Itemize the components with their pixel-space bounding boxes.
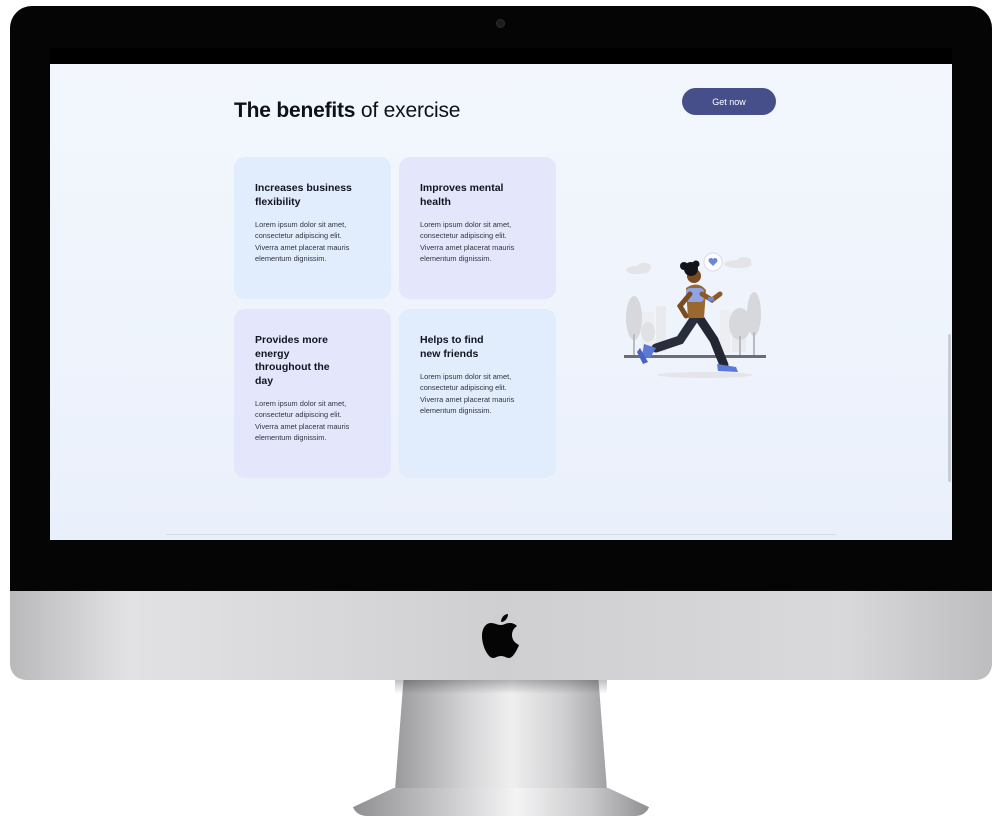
footer-divider [166, 534, 836, 535]
running-woman-illustration [624, 252, 766, 378]
card-body: Lorem ipsum dolor sit amet, consectetur … [255, 399, 350, 442]
apple-logo-icon [482, 614, 519, 658]
get-now-button[interactable]: Get now [682, 88, 776, 115]
page-title: The benefits of exercise [234, 99, 460, 123]
card-body: Lorem ipsum dolor sit amet, consectetur … [420, 220, 515, 263]
web-page: The benefits of exercise Get now Increas… [50, 64, 952, 540]
card-title: Improves mental health [420, 182, 504, 208]
card-title: Helps to find new friends [420, 334, 484, 360]
benefit-card-friends: Helps to find new friends Lorem ipsum do… [399, 309, 556, 478]
camera-icon [496, 19, 505, 28]
benefit-card-mental-health: Improves mental health Lorem ipsum dolor… [399, 157, 556, 299]
page-title-bold: The benefits [234, 99, 356, 122]
benefit-card-flexibility: Increases business flexibility Lorem ips… [234, 157, 391, 299]
stand-shadow [395, 680, 607, 694]
card-title: Provides more energy throughout the day [255, 334, 330, 387]
monitor-foot [352, 788, 650, 816]
monitor-stand [395, 680, 607, 790]
card-body: Lorem ipsum dolor sit amet, consectetur … [255, 220, 350, 263]
card-body: Lorem ipsum dolor sit amet, consectetur … [420, 372, 515, 415]
card-title: Increases business flexibility [255, 182, 352, 208]
scrollbar[interactable] [948, 334, 951, 482]
benefit-card-energy: Provides more energy throughout the day … [234, 309, 391, 478]
page-title-rest: of exercise [355, 99, 461, 122]
